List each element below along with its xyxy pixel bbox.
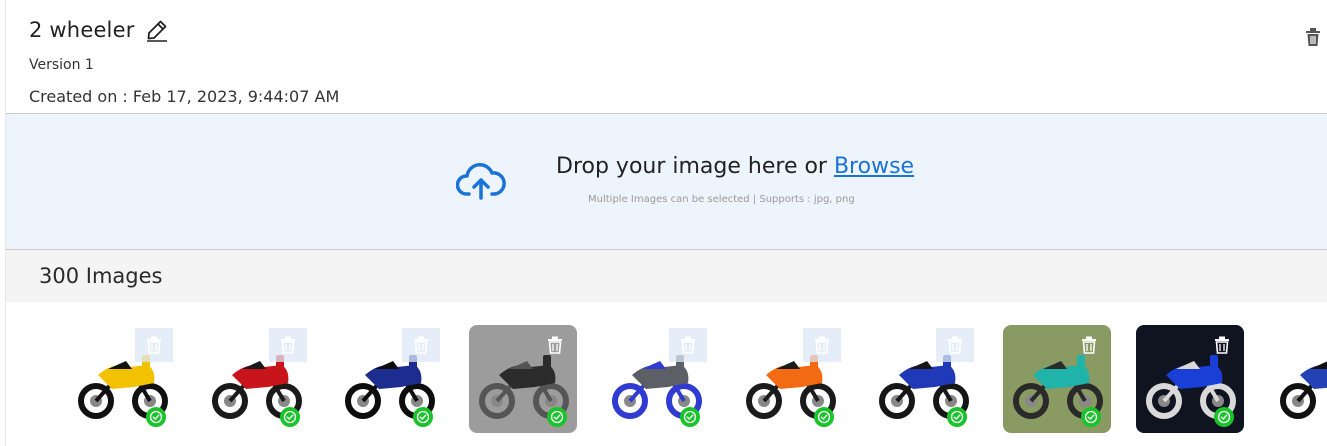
delete-image-button[interactable] [1070,328,1108,362]
trash-icon [547,336,562,354]
image-thumbnail[interactable] [735,325,844,433]
dropzone-hint: Multiple Images can be selected | Suppor… [588,194,855,205]
image-thumbnail[interactable] [1002,325,1111,433]
image-dropzone[interactable]: Drop your image here or Browse Multiple … [6,113,1327,250]
dataset-title-row: 2 wheeler [29,18,169,42]
delete-image-button[interactable] [402,328,440,362]
check-icon [279,407,300,427]
image-thumbnail-strip [6,303,1327,446]
delete-image-button[interactable] [268,328,307,362]
trash-icon [1081,336,1096,354]
delete-image-button[interactable] [936,328,974,362]
delete-dataset-trash-icon[interactable] [1303,26,1323,48]
image-thumbnail[interactable] [602,325,710,433]
image-thumbnail[interactable] [335,325,443,433]
cloud-upload-icon [455,162,506,202]
browse-link[interactable]: Browse [834,154,914,179]
dataset-card: 2 wheeler Version 1 Created on : Feb 17,… [5,0,1327,446]
image-count-bar: 300 Images [6,250,1327,302]
trash-icon [948,336,962,354]
image-thumbnail[interactable] [68,325,176,433]
trash-icon [681,336,695,354]
trash-icon [280,336,295,354]
dataset-title: 2 wheeler [29,18,135,42]
image-thumbnail[interactable] [1136,325,1244,433]
dropzone-prompt-text: Drop your image here or [556,154,834,179]
trash-icon [147,336,161,354]
image-thumbnail[interactable] [201,325,310,433]
check-icon [680,407,700,427]
check-icon [546,407,567,427]
image-thumbnail[interactable] [1269,325,1327,433]
check-icon [1214,407,1234,427]
check-icon [413,407,433,427]
dataset-version: Version 1 [29,57,94,73]
dropzone-prompt: Drop your image here or Browse [556,154,914,179]
pencil-icon[interactable] [145,18,169,42]
check-icon [947,407,967,427]
trash-icon [814,336,829,354]
delete-image-button[interactable] [536,328,574,362]
check-icon [146,407,166,427]
check-icon [813,407,834,427]
image-thumbnail[interactable] [468,325,577,433]
trash-icon [414,336,428,354]
dataset-created-date: Created on : Feb 17, 2023, 9:44:07 AM [29,87,340,106]
trash-icon [1215,336,1229,354]
delete-image-button[interactable] [1203,328,1241,362]
image-thumbnail[interactable] [869,325,977,433]
delete-image-button[interactable] [135,328,173,362]
delete-image-button[interactable] [669,328,707,362]
delete-image-button[interactable] [802,328,841,362]
image-count: 300 Images [39,264,163,288]
motorcycle-image [1279,361,1327,419]
check-icon [1080,407,1101,427]
